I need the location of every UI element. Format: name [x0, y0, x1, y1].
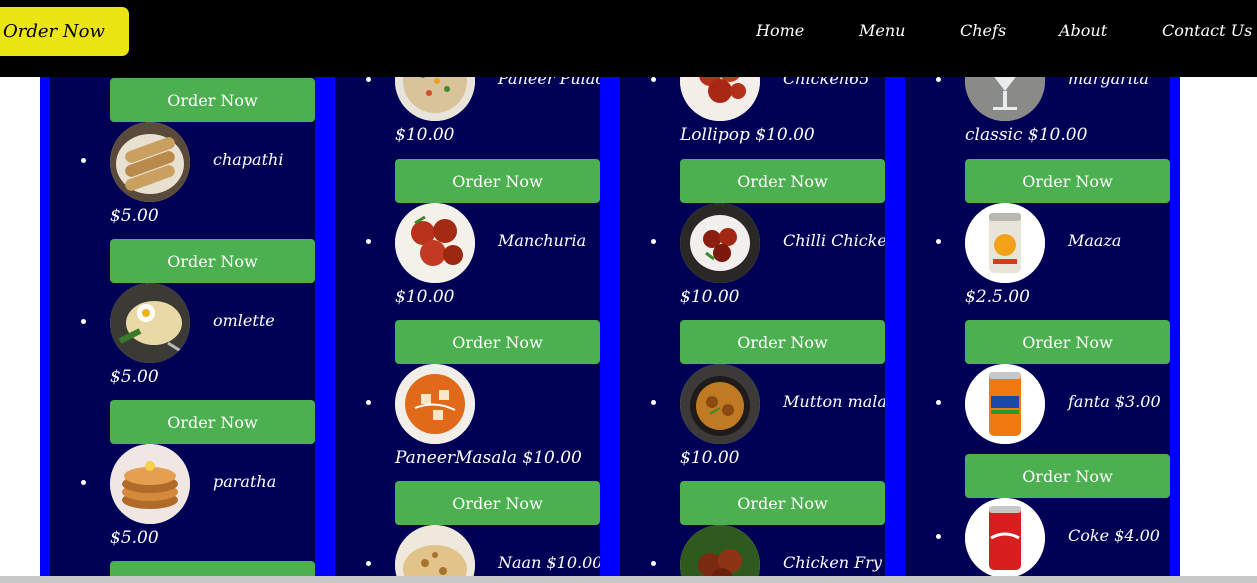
menu-column-breads: Order Now chapathi $5.00 omlette $5.00 p…	[50, 0, 315, 576]
order-now-button[interactable]: Order Now	[965, 159, 1170, 203]
item-name: fanta $3.00	[1068, 392, 1161, 411]
list-bullet	[366, 400, 371, 405]
top-nav-bar: Order Now Home Menu Chefs About Contact …	[0, 0, 1257, 77]
item-name: Manchuria	[498, 231, 587, 250]
chilli-chicken-icon	[680, 203, 760, 283]
item-price: $10.00	[680, 287, 740, 307]
list-bullet	[366, 561, 371, 566]
nav-link-contact[interactable]: Contact Us	[1162, 21, 1252, 40]
order-now-button[interactable]: Order Now	[395, 159, 600, 203]
paratha-stack-icon	[110, 444, 190, 524]
list-bullet	[936, 400, 941, 405]
order-now-button[interactable]: Order Now	[395, 320, 600, 364]
mango-drink-can-icon	[965, 203, 1045, 283]
order-now-button[interactable]: Order Now	[965, 320, 1170, 364]
manchurian-icon	[395, 203, 475, 283]
nav-link-about[interactable]: About	[1059, 21, 1107, 40]
nav-link-chefs[interactable]: Chefs	[960, 21, 1006, 40]
header-order-now-button[interactable]: Order Now	[0, 7, 129, 56]
list-bullet	[366, 77, 371, 82]
item-name: chapathi	[213, 150, 284, 169]
order-now-button[interactable]: Order Now	[110, 78, 315, 122]
menu-column-veg: Paneer Pulao $10.00 Manchuria $10.00 Pan…	[335, 0, 600, 576]
list-bullet	[936, 77, 941, 82]
order-now-button[interactable]: Order Now	[110, 239, 315, 283]
list-bullet	[81, 480, 86, 485]
item-name: Naan $10.00	[498, 553, 600, 572]
item-price: $5.00	[110, 206, 159, 226]
order-now-button[interactable]: Order Now	[680, 159, 885, 203]
list-bullet	[936, 534, 941, 539]
paneer-curry-icon	[395, 364, 475, 444]
order-now-button[interactable]: Order Now	[395, 481, 600, 525]
list-bullet	[81, 319, 86, 324]
item-price: PaneerMasala $10.00	[395, 448, 582, 468]
list-bullet	[81, 158, 86, 163]
order-now-button[interactable]: Order Now	[110, 400, 315, 444]
item-name: paratha	[213, 472, 277, 491]
order-now-button[interactable]: Order Now	[680, 481, 885, 525]
nav-link-menu[interactable]: Menu	[859, 21, 905, 40]
order-now-button[interactable]: Order Now	[680, 320, 885, 364]
item-price: $10.00	[395, 125, 455, 145]
item-price: $10.00	[395, 287, 455, 307]
item-price: $2.5.00	[965, 287, 1030, 307]
fanta-can-icon	[965, 364, 1045, 444]
menu-column-drinks: margarita classic $10.00 Maaza $2.5.00 f…	[905, 0, 1170, 576]
nav-link-home[interactable]: Home	[756, 21, 804, 40]
coke-can-icon	[965, 498, 1045, 576]
list-bullet	[651, 239, 656, 244]
chicken-fry-icon	[680, 525, 760, 576]
menu-frame: Order Now chapathi $5.00 omlette $5.00 p…	[40, 0, 1180, 576]
omelette-icon	[110, 283, 190, 363]
item-price: $5.00	[110, 528, 159, 548]
item-name: Maaza	[1068, 231, 1122, 250]
list-bullet	[651, 400, 656, 405]
naan-bread-icon	[395, 525, 475, 576]
item-name: Coke $4.00	[1068, 526, 1160, 545]
item-name: Chilli Chicken	[783, 231, 885, 250]
horizontal-scrollbar[interactable]	[0, 576, 1257, 583]
list-bullet	[936, 239, 941, 244]
flatbread-rolls-icon	[110, 122, 190, 202]
item-price: Lollipop $10.00	[680, 125, 815, 145]
order-now-button[interactable]: Order Now	[965, 454, 1170, 498]
item-name: Chicken Fry	[783, 553, 882, 572]
item-name: Mutton malai	[783, 392, 885, 411]
item-name: omlette	[213, 311, 275, 330]
mutton-curry-icon	[680, 364, 760, 444]
item-price: $10.00	[680, 448, 740, 468]
list-bullet	[651, 77, 656, 82]
list-bullet	[366, 239, 371, 244]
item-price: $5.00	[110, 367, 159, 387]
menu-column-nonveg: Chicken65 Lollipop $10.00 Chilli Chicken…	[620, 0, 885, 576]
order-now-button[interactable]: Order Now	[110, 561, 315, 576]
list-bullet	[651, 561, 656, 566]
item-price: classic $10.00	[965, 125, 1088, 145]
